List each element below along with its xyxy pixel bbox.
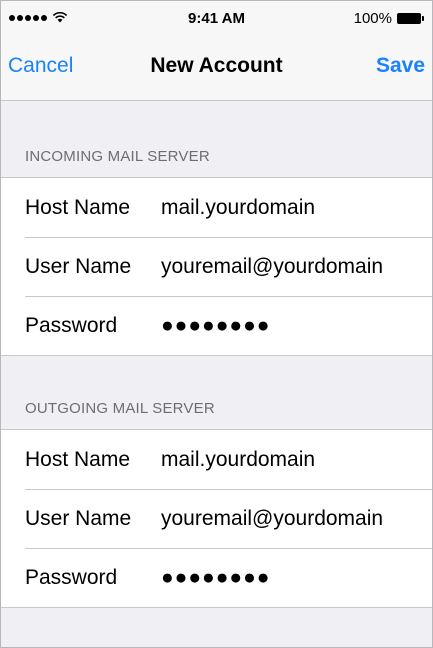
incoming-server-group: Host Name mail.yourdomain User Name your…	[1, 177, 432, 356]
cancel-button[interactable]: Cancel	[8, 54, 73, 78]
incoming-password-field[interactable]: ●●●●●●●●	[161, 314, 270, 338]
incoming-host-name-field[interactable]: mail.yourdomain	[161, 196, 315, 220]
field-label: Host Name	[25, 447, 131, 471]
section-header-outgoing: OUTGOING MAIL SERVER	[25, 400, 215, 417]
status-time: 9:41 AM	[188, 9, 245, 27]
section-header-incoming: INCOMING MAIL SERVER	[25, 148, 210, 165]
field-label: Host Name	[25, 195, 131, 219]
field-label: Password	[25, 565, 118, 589]
field-label: User Name	[25, 506, 132, 530]
save-button[interactable]: Save	[376, 54, 425, 78]
field-label: User Name	[25, 254, 132, 278]
outgoing-password-row[interactable]: Password ●●●●●●●●	[1, 548, 432, 607]
incoming-user-name-field[interactable]: youremail@yourdomain	[161, 255, 383, 279]
navigation-bar: New Account Cancel Save	[1, 35, 432, 101]
wifi-icon	[52, 10, 68, 27]
battery-icon	[397, 12, 424, 24]
status-right: 100%	[304, 10, 424, 27]
status-left	[9, 10, 129, 27]
outgoing-user-row[interactable]: User Name youremail@yourdomain	[1, 489, 432, 548]
outgoing-server-group: Host Name mail.yourdomain User Name your…	[1, 429, 432, 608]
signal-strength-icon	[9, 15, 47, 21]
outgoing-host-row[interactable]: Host Name mail.yourdomain	[1, 430, 432, 489]
field-label: Password	[25, 313, 118, 337]
outgoing-user-name-field[interactable]: youremail@yourdomain	[161, 507, 383, 531]
outgoing-host-name-field[interactable]: mail.yourdomain	[161, 448, 315, 472]
status-bar: 9:41 AM 100%	[1, 1, 432, 35]
incoming-password-row[interactable]: Password ●●●●●●●●	[1, 296, 432, 355]
outgoing-password-field[interactable]: ●●●●●●●●	[161, 566, 270, 590]
incoming-host-row[interactable]: Host Name mail.yourdomain	[1, 178, 432, 237]
incoming-user-row[interactable]: User Name youremail@yourdomain	[1, 237, 432, 296]
battery-percentage: 100%	[353, 9, 392, 27]
